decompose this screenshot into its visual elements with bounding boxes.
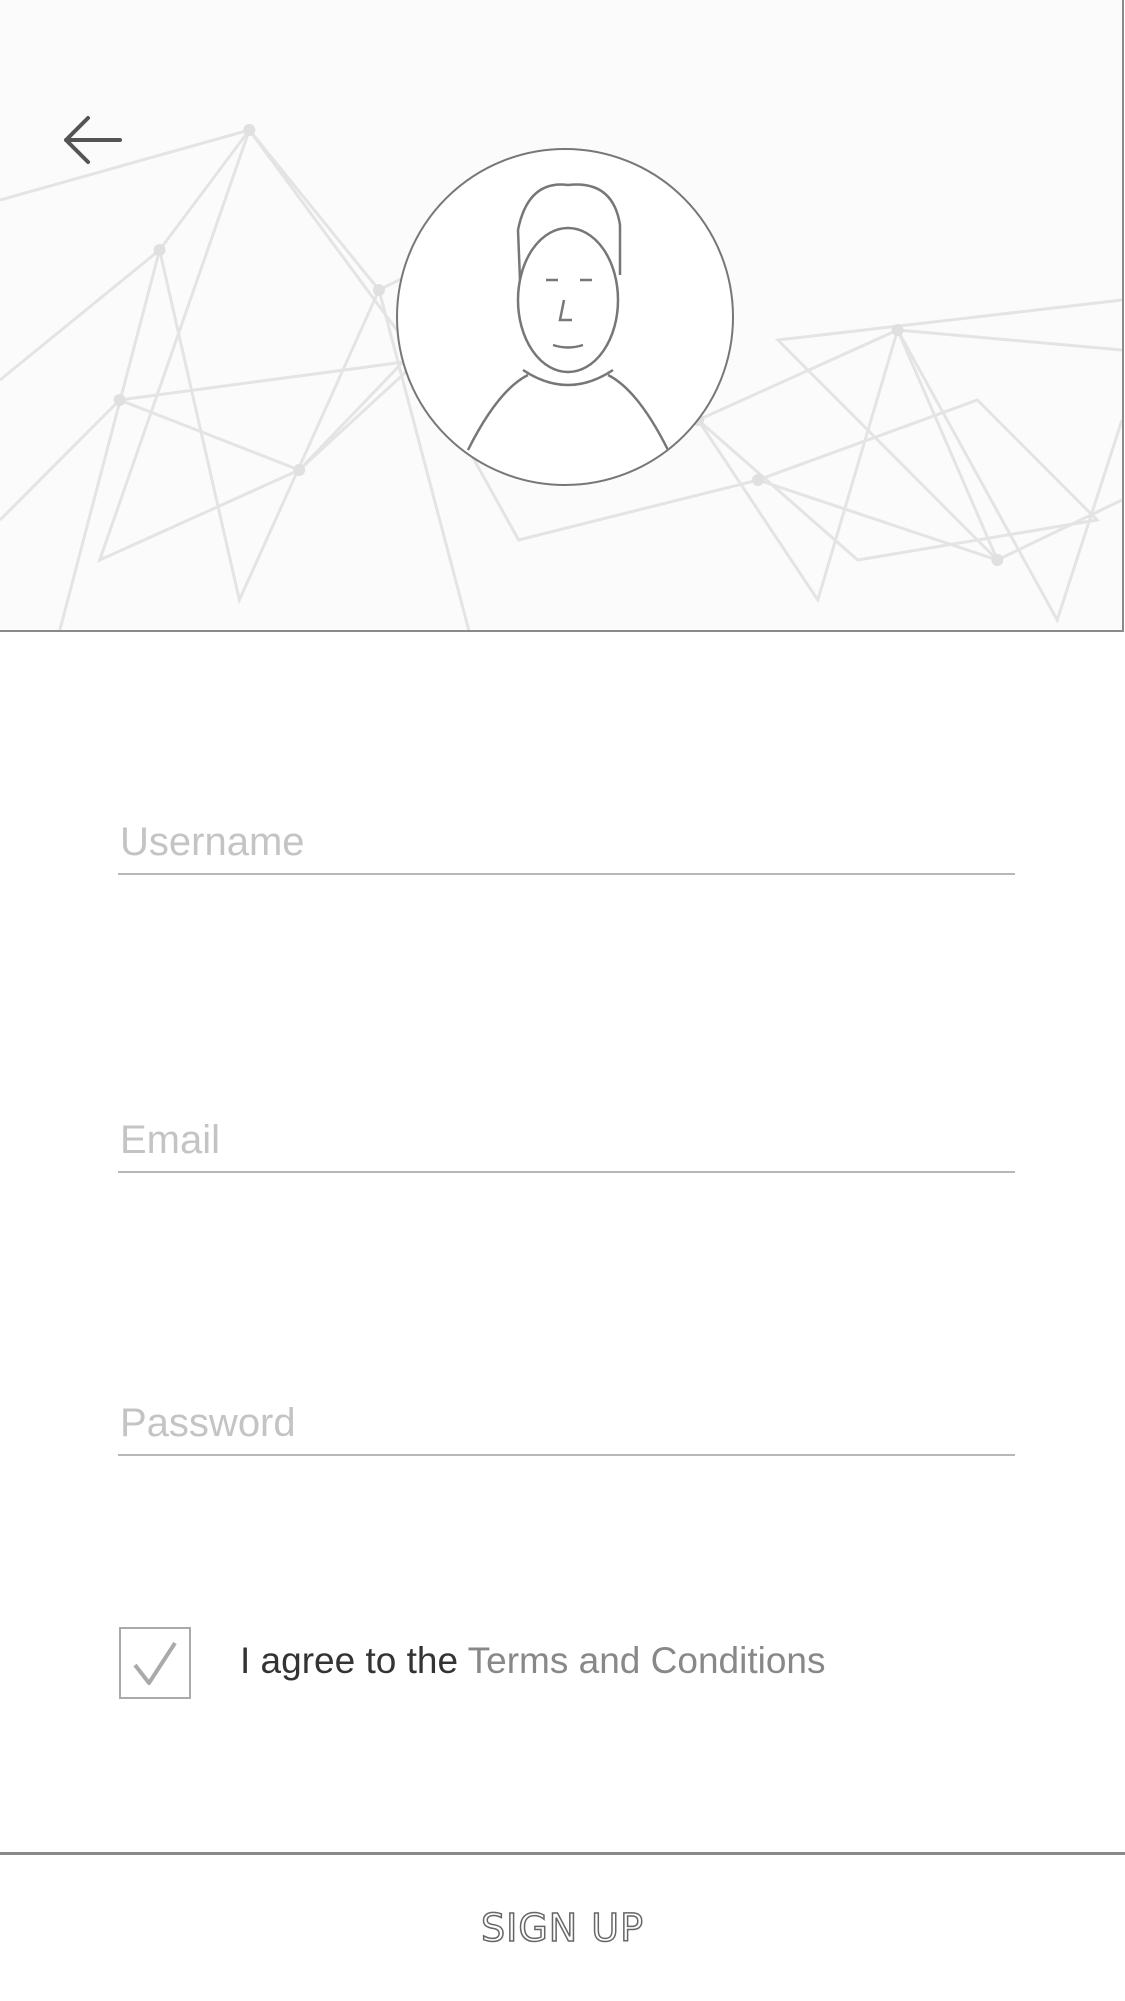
terms-checkbox[interactable] [119,1627,191,1699]
terms-label: I agree to the Terms and Conditions [240,1640,826,1682]
arrow-left-icon [64,116,122,164]
email-field[interactable] [118,1118,1017,1173]
terms-prefix: I agree to the [240,1640,468,1681]
avatar[interactable] [396,148,734,486]
sign-up-button[interactable]: SIGN UP [0,1855,1125,2001]
password-input[interactable] [118,1401,1017,1454]
profile-header [0,0,1124,632]
username-input[interactable] [118,820,1017,873]
username-field[interactable] [118,820,1017,875]
email-input[interactable] [118,1118,1017,1171]
terms-link[interactable]: Terms and Conditions [468,1640,826,1681]
checkmark-icon [133,1641,177,1685]
profile-photo [466,183,670,451]
back-button[interactable] [60,112,124,168]
password-field[interactable] [118,1401,1017,1456]
